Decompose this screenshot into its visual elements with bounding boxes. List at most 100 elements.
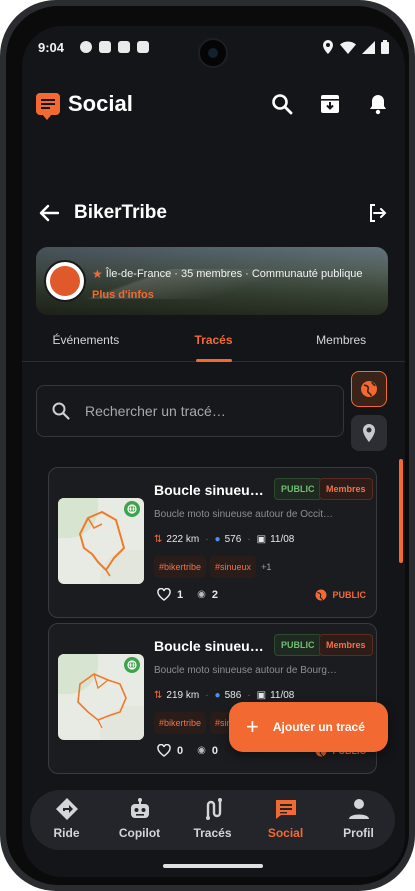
track-map-thumbnail bbox=[58, 498, 144, 584]
home-indicator[interactable] bbox=[163, 864, 263, 868]
arrow-back-icon bbox=[39, 204, 59, 222]
track-description: Boucle moto sinueuse autour de Occit… bbox=[154, 509, 333, 520]
social-logo-icon bbox=[36, 93, 60, 120]
track-map-thumbnail bbox=[58, 654, 144, 740]
star-icon: ★ bbox=[92, 267, 103, 281]
globe-icon bbox=[361, 381, 377, 397]
phone-frame: 9:04 Social BikerTribe ★ Île-de-France ·… bbox=[0, 0, 415, 891]
shield-status-icon bbox=[80, 41, 92, 53]
bottom-navigation: Ride Copilot Tracés Social Profil bbox=[30, 790, 395, 850]
nav-item-ride[interactable]: Ride bbox=[30, 790, 103, 850]
nav-label: Social bbox=[267, 826, 304, 840]
track-distance: 219 km bbox=[166, 690, 200, 701]
track-date: 11/08 bbox=[270, 690, 295, 701]
distance-icon: ⇅ bbox=[154, 534, 163, 545]
nav-item-social[interactable]: Social bbox=[249, 790, 322, 850]
more-tags-count: +1 bbox=[261, 562, 272, 572]
system-status-icons bbox=[322, 40, 389, 54]
signal-status-icon bbox=[362, 40, 375, 54]
location-pin-icon bbox=[363, 424, 375, 442]
battery-status-icon bbox=[381, 40, 389, 54]
group-avatar-image bbox=[50, 266, 80, 296]
sim-status-icon bbox=[118, 41, 130, 53]
route-icon bbox=[200, 796, 226, 822]
waypoint-pin-icon: ● bbox=[214, 690, 221, 701]
view-count: 0 bbox=[211, 744, 218, 757]
filter-location-button[interactable] bbox=[351, 415, 387, 451]
group-meta: ★ Île-de-France · 35 membres · Communaut… bbox=[92, 267, 363, 281]
nav-item-copilot[interactable]: Copilot bbox=[103, 790, 176, 850]
nav-item-profile[interactable]: Profil bbox=[322, 790, 395, 850]
public-globe-icon bbox=[124, 657, 140, 673]
stat-separator: · bbox=[205, 690, 209, 701]
calendar-icon: ▣ bbox=[256, 690, 267, 701]
search-icon bbox=[272, 94, 293, 115]
filter-public-button[interactable] bbox=[351, 371, 387, 407]
tab-members[interactable]: Membres bbox=[277, 328, 405, 361]
nav-label: Ride bbox=[53, 826, 80, 840]
archive-button[interactable] bbox=[317, 91, 343, 117]
tab-events[interactable]: Événements bbox=[22, 328, 150, 361]
track-title: Boucle sinueuse… bbox=[154, 638, 268, 654]
back-button[interactable] bbox=[36, 200, 62, 226]
public-badge: PUBLIC bbox=[274, 478, 322, 500]
heart-icon[interactable] bbox=[157, 744, 171, 757]
app-bar-actions bbox=[269, 91, 391, 117]
calendar-icon: ▣ bbox=[256, 534, 267, 545]
group-meta-text: Île-de-France · 35 membres · Communauté … bbox=[105, 268, 363, 280]
eye-icon: ◉ bbox=[197, 745, 206, 756]
group-name: BikerTribe bbox=[74, 202, 167, 223]
like-count: 1 bbox=[177, 588, 184, 601]
group-header: BikerTribe bbox=[36, 196, 391, 230]
nav-label: Profil bbox=[343, 826, 374, 840]
front-camera bbox=[198, 38, 228, 68]
screen: 9:04 Social BikerTribe ★ Île-de-France ·… bbox=[22, 26, 405, 877]
distance-icon: ⇅ bbox=[154, 690, 163, 701]
leave-group-button[interactable] bbox=[365, 200, 391, 226]
add-track-label: Ajouter un tracé bbox=[272, 720, 365, 734]
track-tags: #bikertribe #sinueux +1 bbox=[154, 556, 271, 578]
page-title: Social bbox=[68, 91, 133, 116]
plus-icon: + bbox=[246, 714, 259, 739]
view-count: 2 bbox=[211, 588, 218, 601]
members-badge: Membres bbox=[319, 478, 373, 500]
tag-chip[interactable]: #bikertribe bbox=[154, 712, 207, 734]
notifications-button[interactable] bbox=[365, 91, 391, 117]
track-title: Boucle sinueuse… bbox=[154, 482, 268, 498]
nav-label: Copilot bbox=[118, 826, 161, 840]
visibility-label: PUBLIC bbox=[332, 590, 367, 600]
scrollbar[interactable] bbox=[399, 459, 403, 563]
archive-icon bbox=[321, 95, 339, 113]
members-badge: Membres bbox=[319, 634, 373, 656]
public-globe-icon bbox=[124, 501, 140, 517]
tab-tracks[interactable]: Tracés bbox=[150, 328, 278, 362]
eye-icon: ◉ bbox=[197, 589, 206, 600]
like-count: 0 bbox=[177, 744, 184, 757]
stat-separator: · bbox=[205, 534, 209, 545]
group-banner[interactable]: ★ Île-de-France · 35 membres · Communaut… bbox=[36, 247, 388, 315]
nav-item-tracks[interactable]: Tracés bbox=[176, 790, 249, 850]
nav-label: Tracés bbox=[193, 826, 232, 840]
track-distance: 222 km bbox=[166, 534, 200, 545]
stat-separator: · bbox=[247, 690, 251, 701]
search-input[interactable] bbox=[85, 403, 315, 419]
track-date: 11/08 bbox=[270, 534, 295, 545]
track-waypoints: 576 bbox=[224, 534, 242, 545]
search-box bbox=[36, 385, 344, 437]
waypoint-pin-icon: ● bbox=[214, 534, 221, 545]
public-badge: PUBLIC bbox=[274, 634, 322, 656]
track-engagement: 1 ◉ 2 bbox=[157, 588, 218, 601]
tag-chip[interactable]: #bikertribe bbox=[154, 556, 207, 578]
add-track-button[interactable]: + Ajouter un tracé bbox=[229, 702, 388, 752]
tag-chip[interactable]: #sinueux bbox=[210, 556, 257, 578]
notification-icons bbox=[80, 41, 149, 53]
vpn-status-icon bbox=[99, 41, 111, 53]
track-card[interactable]: Boucle sinueuse… PUBLIC Membres Boucle m… bbox=[48, 467, 377, 618]
track-description: Boucle moto sinueuse autour de Bourg… bbox=[154, 665, 337, 676]
tab-bar: Événements Tracés Membres bbox=[22, 328, 405, 362]
heart-icon[interactable] bbox=[157, 588, 171, 601]
track-waypoints: 586 bbox=[224, 690, 242, 701]
search-button[interactable] bbox=[269, 91, 295, 117]
robot-icon bbox=[127, 796, 153, 822]
more-info-link[interactable]: Plus d'infos bbox=[92, 289, 154, 301]
